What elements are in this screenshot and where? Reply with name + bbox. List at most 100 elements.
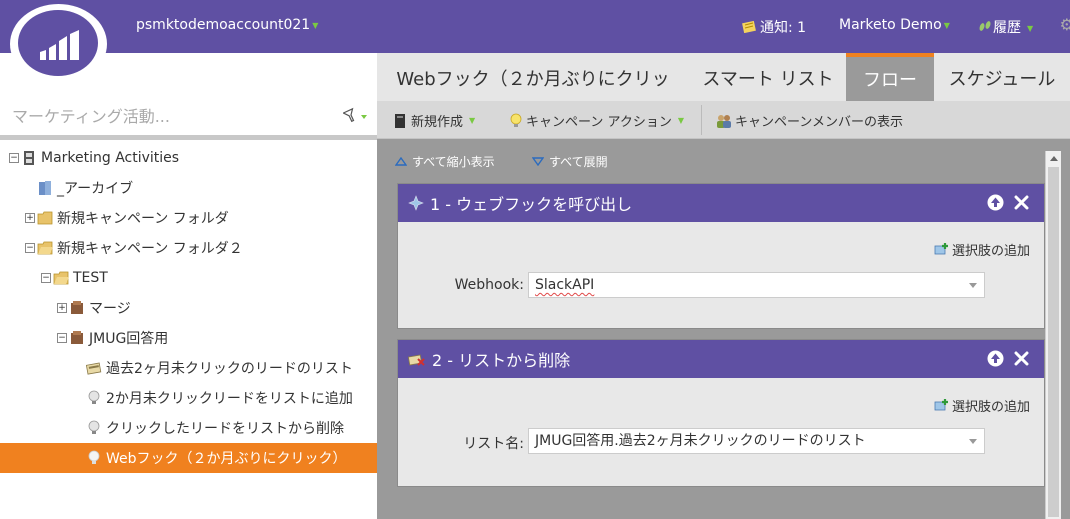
step-title: 2 - リストから削除 <box>432 351 571 370</box>
tree-item-label: Webフック（２か月ぶりにクリック） <box>106 451 347 467</box>
add-choice-icon <box>934 242 948 254</box>
list-name-field-label: リスト名: <box>463 436 524 452</box>
triangle-down-icon <box>532 157 544 166</box>
tab-flow[interactable]: フロー <box>846 53 934 101</box>
tree-item-merge[interactable]: + マージ <box>57 293 131 323</box>
program-icon <box>71 301 83 314</box>
add-choice-label: 選択肢の追加 <box>951 244 1030 259</box>
flow-canvas: すべて縮小表示 すべて展開 1 - ウェブフックを呼び出し 選択肢の追加 Web… <box>377 139 1070 519</box>
tree-item-label: 2か月未クリックリードをリストに追加 <box>106 391 353 407</box>
move-up-icon[interactable] <box>987 350 1004 367</box>
lightbulb-icon <box>88 450 100 464</box>
expand-all-button[interactable]: すべて展開 <box>532 153 608 170</box>
tab-label: スマート リスト <box>702 69 834 90</box>
user-name: Marketo Demo <box>839 17 942 33</box>
collapse-toggle[interactable]: − <box>25 243 35 253</box>
expand-toggle[interactable]: + <box>25 213 35 223</box>
scroll-up-icon[interactable] <box>1050 156 1058 161</box>
footsteps-icon <box>979 21 991 31</box>
tree-item-label: _アーカイブ <box>57 181 134 197</box>
collapse-all-button[interactable]: すべて縮小表示 <box>395 153 495 170</box>
tree-item-marketing-activities[interactable]: − Marketing Activities <box>9 143 179 173</box>
dropdown-caret-icon <box>969 283 977 288</box>
collapse-all-label: すべて縮小表示 <box>412 155 495 169</box>
collapse-toggle[interactable]: − <box>41 273 51 283</box>
scroll-thumb[interactable] <box>1048 167 1059 517</box>
list-icon <box>86 362 102 375</box>
search-input[interactable] <box>0 98 335 135</box>
tree-item-campaign-add[interactable]: 2か月未クリックリードをリストに追加 <box>86 383 353 413</box>
webhook-field-label: Webhook: <box>454 277 524 293</box>
document-icon <box>395 113 405 128</box>
tree-item-test[interactable]: − TEST <box>41 263 108 293</box>
flow-step-webhook: 1 - ウェブフックを呼び出し 選択肢の追加 Webhook: SlackAPI <box>397 183 1045 329</box>
tree-item-label: クリックしたリードをリストから削除 <box>106 421 344 437</box>
notifications-button[interactable]: 通知: 1 <box>742 17 806 37</box>
main-panel: Webフック（２か月ぶりにクリック） スマート リスト フロー スケジュール 新… <box>377 53 1070 519</box>
tab-campaign-name[interactable]: Webフック（２か月ぶりにクリック） <box>383 53 683 144</box>
list-name-select[interactable]: JMUG回答用.過去2ヶ月未クリックのリードのリスト <box>528 428 985 454</box>
tree-item-label: Marketing Activities <box>41 150 180 166</box>
members-icon <box>717 114 731 128</box>
tree-item-jmug[interactable]: − JMUG回答用 <box>57 323 168 353</box>
tree-item-static-list[interactable]: 過去2ヶ月未クリックのリードのリスト <box>86 353 353 383</box>
tab-bar: Webフック（２か月ぶりにクリック） スマート リスト フロー スケジュール <box>377 53 1070 144</box>
add-choice-button[interactable]: 選択肢の追加 <box>933 396 1030 415</box>
program-icon <box>71 331 83 344</box>
step-header[interactable]: 2 - リストから削除 <box>398 340 1044 378</box>
tree-item-archive[interactable]: _アーカイブ <box>37 173 133 203</box>
folder-open-icon <box>53 271 69 285</box>
collapse-toggle[interactable]: − <box>57 333 67 343</box>
webhook-icon <box>408 195 424 211</box>
close-icon[interactable] <box>1013 350 1030 367</box>
show-members-label: キャンペーンメンバーの表示 <box>735 115 903 130</box>
logo-bars-icon <box>40 30 79 60</box>
tree-item-label: JMUG回答用 <box>89 331 169 347</box>
new-button[interactable]: 新規作成 ▼ <box>393 111 475 130</box>
step-header[interactable]: 1 - ウェブフックを呼び出し <box>398 184 1044 222</box>
chevron-down-icon: ▼ <box>469 116 476 125</box>
show-members-button[interactable]: キャンペーンメンバーの表示 <box>715 111 903 130</box>
cabinet-icon <box>24 151 34 165</box>
close-icon[interactable] <box>1013 194 1030 211</box>
marketo-logo[interactable] <box>10 4 107 84</box>
step-title: 1 - ウェブフックを呼び出し <box>430 195 633 214</box>
campaign-action-button[interactable]: キャンペーン アクション ▼ <box>509 111 684 130</box>
gear-icon[interactable]: ⚙ <box>1060 15 1070 34</box>
user-menu[interactable]: Marketo Demo ▼ <box>839 17 950 33</box>
chevron-down-icon: ▼ <box>312 20 319 30</box>
tree-item-label: 新規キャンペーン フォルダ２ <box>57 241 243 257</box>
account-name: psmktodemoaccount021 <box>136 17 311 33</box>
tab-schedule[interactable]: スケジュール <box>939 53 1065 101</box>
webhook-select[interactable]: SlackAPI <box>528 272 985 298</box>
top-bar: psmktodemoaccount021 ▼ 通知: 1 Marketo Demo… <box>0 0 1070 53</box>
add-choice-button[interactable]: 選択肢の追加 <box>933 240 1030 259</box>
notifications-label: 通知: 1 <box>760 20 807 36</box>
triangle-up-icon <box>395 157 407 166</box>
tree-item-label: 過去2ヶ月未クリックのリードのリスト <box>106 361 353 377</box>
history-label: 履歴 <box>993 20 1021 36</box>
lightbulb-icon <box>88 420 100 434</box>
chevron-down-icon: ▼ <box>1027 23 1034 33</box>
flow-step-remove-from-list: 2 - リストから削除 選択肢の追加 リスト名: JMUG回答用.過去2ヶ月未ク… <box>397 339 1045 487</box>
vertical-scrollbar[interactable] <box>1045 151 1061 519</box>
tree-item-folder-1[interactable]: + 新規キャンペーン フォルダ <box>25 203 229 233</box>
tree-item-folder-2[interactable]: − 新規キャンペーン フォルダ２ <box>25 233 243 263</box>
lightbulb-icon <box>510 113 522 127</box>
left-panel: − Marketing Activities _アーカイブ + 新規キャンペーン… <box>0 53 377 519</box>
move-up-icon[interactable] <box>987 194 1004 211</box>
tree-item-label: マージ <box>89 301 131 317</box>
tree-item-webhook-campaign[interactable]: Webフック（２か月ぶりにクリック） <box>0 443 377 473</box>
expand-toggle[interactable]: + <box>57 303 67 313</box>
collapse-toggle[interactable]: − <box>9 153 19 163</box>
history-menu[interactable]: 履歴 ▼ <box>977 17 1033 37</box>
notepad-icon <box>742 20 756 34</box>
new-label: 新規作成 <box>411 115 464 130</box>
account-menu[interactable]: psmktodemoaccount021 ▼ <box>136 17 318 33</box>
tab-smart-list[interactable]: スマート リスト <box>689 53 847 101</box>
tree-item-campaign-remove[interactable]: クリックしたリードをリストから削除 <box>86 413 344 443</box>
search-icon[interactable] <box>343 106 369 126</box>
chevron-down-icon: ▼ <box>943 20 950 30</box>
search-bar <box>0 98 377 140</box>
dropdown-caret-icon <box>969 439 977 444</box>
